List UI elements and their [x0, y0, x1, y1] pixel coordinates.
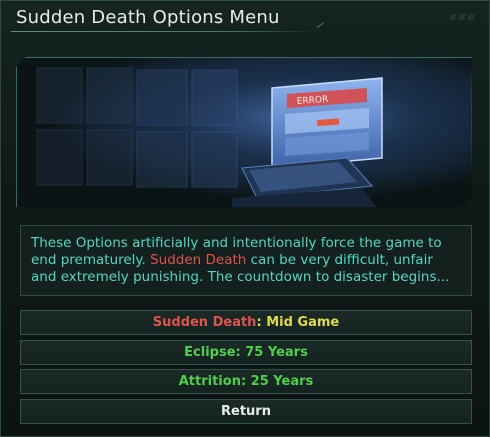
corner-decoration	[447, 5, 487, 20]
description-highlight: Sudden Death	[150, 252, 247, 268]
banner-image: ERROR	[16, 57, 472, 207]
sudden-death-options-window: Sudden Death Options Menu ERROR These Op…	[0, 0, 490, 437]
sudden-death-separator: :	[256, 315, 267, 330]
description-box: These Options artificially and intention…	[20, 225, 472, 296]
title-bar: Sudden Death Options Menu	[1, 1, 490, 37]
eclipse-option-button[interactable]: Eclipse: 75 Years	[20, 340, 472, 365]
sudden-death-option-button[interactable]: Sudden Death: Mid Game	[20, 310, 472, 335]
return-button[interactable]: Return	[20, 399, 472, 424]
sudden-death-label: Sudden Death	[152, 315, 257, 330]
attrition-option-button[interactable]: Attrition: 25 Years	[20, 369, 472, 394]
error-terminal-illustration: ERROR	[17, 58, 473, 208]
title-notch	[316, 22, 324, 28]
sudden-death-value: Mid Game	[266, 315, 340, 330]
title-underline	[11, 31, 317, 32]
window-title: Sudden Death Options Menu	[16, 7, 280, 28]
